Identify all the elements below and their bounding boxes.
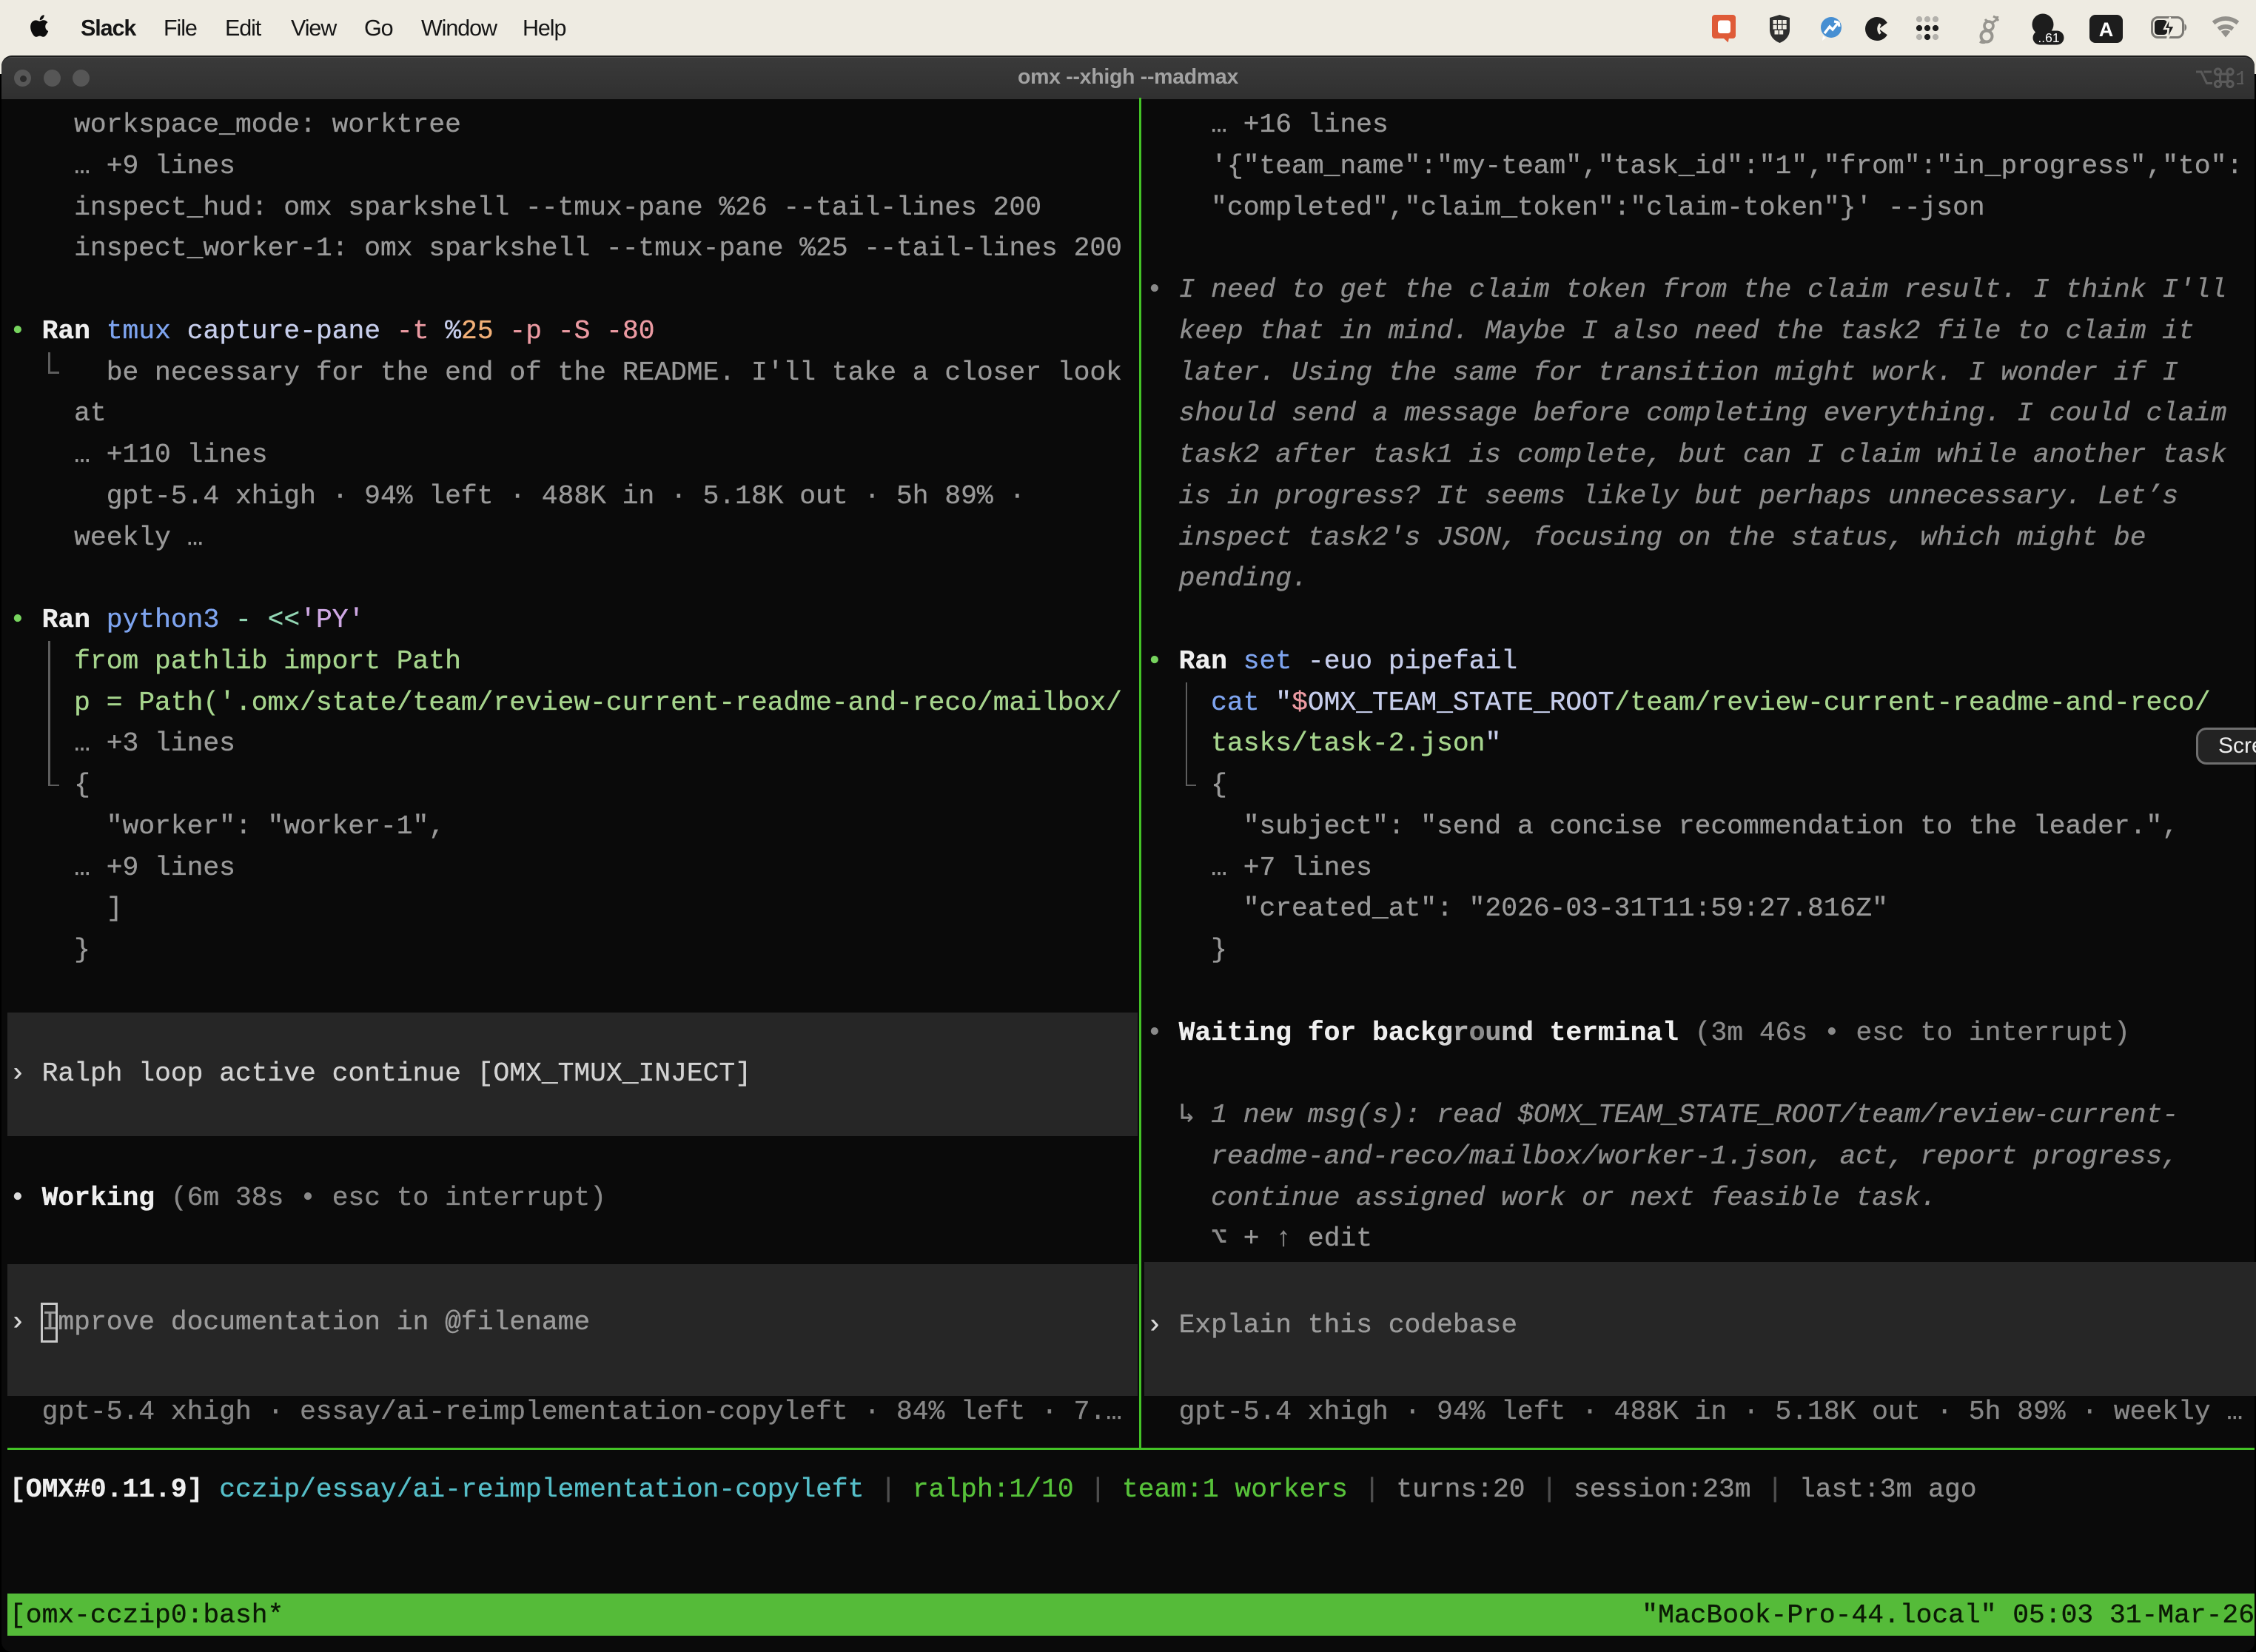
svg-text:1: 1	[2235, 69, 2243, 91]
svg-text:A: A	[2099, 19, 2114, 41]
svg-text:..61: ..61	[2038, 30, 2059, 45]
